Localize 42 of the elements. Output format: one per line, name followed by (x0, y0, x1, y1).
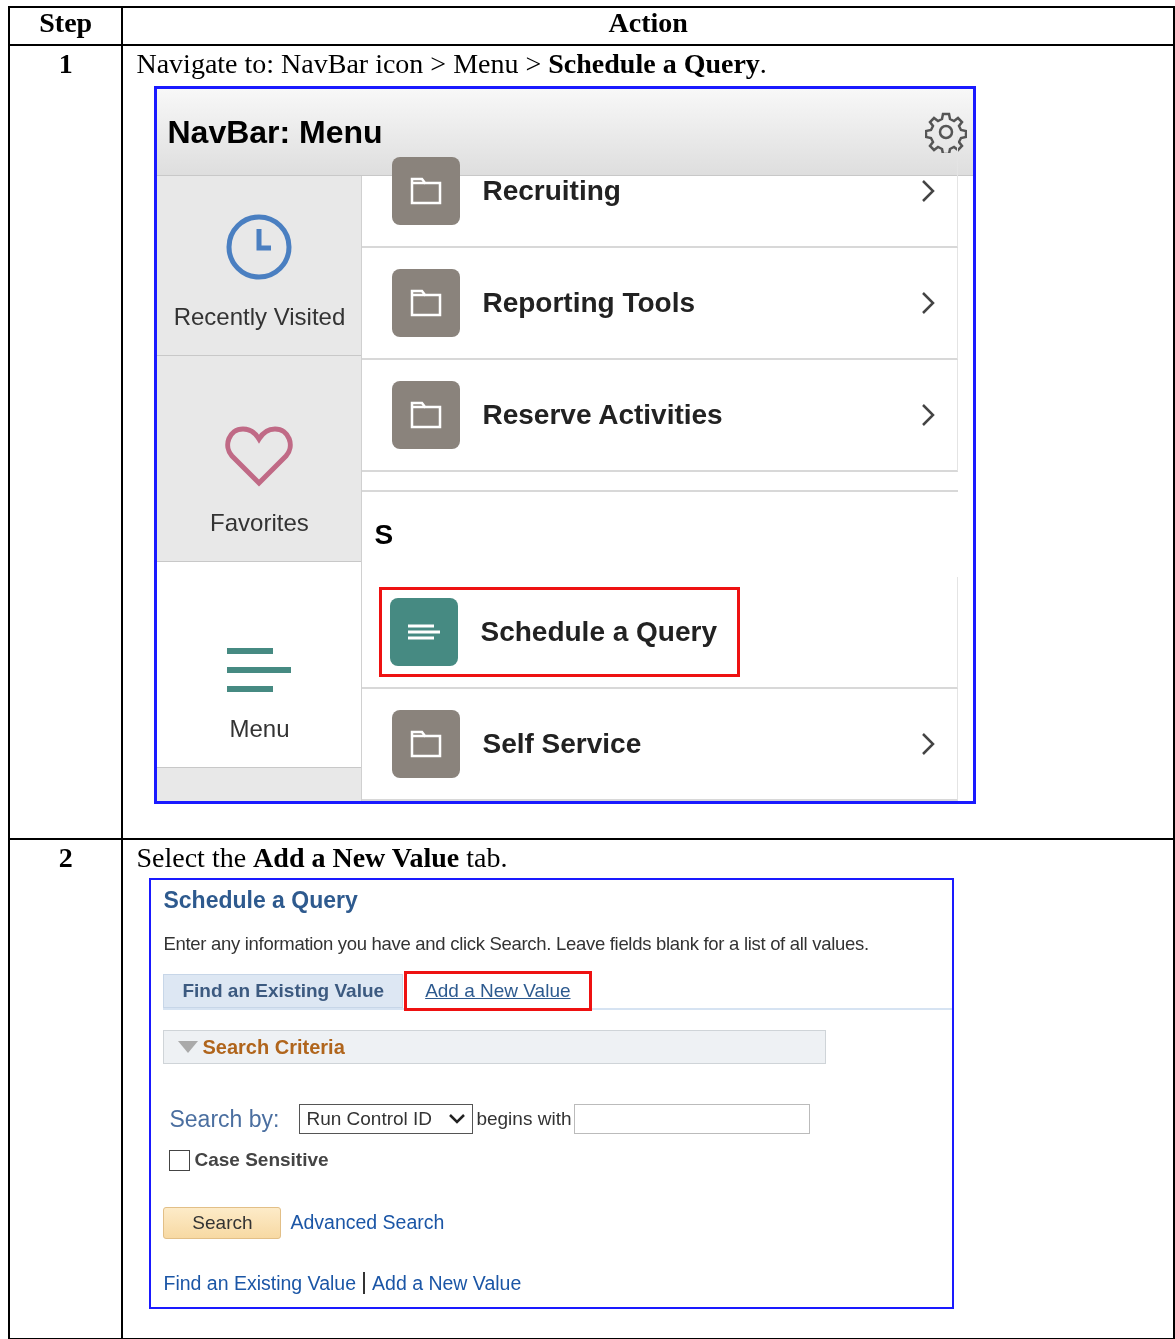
chevron-right-icon (921, 179, 936, 203)
step-number: 2 (57, 841, 74, 875)
dropdown[interactable]: Run Control ID (299, 1104, 474, 1134)
column-header: Step (9, 7, 123, 45)
instruction-text: Enter any information you have and click Search. Leave fields blank for a list of all values. (163, 932, 870, 956)
heart-icon (225, 425, 294, 487)
menu-item[interactable]: Recruiting (392, 157, 621, 225)
settings-icon[interactable] (925, 111, 968, 153)
advanced-search-link[interactable]: Advanced Search (290, 1208, 445, 1238)
document-lines-icon (390, 598, 459, 666)
menu-icon (225, 647, 294, 693)
folder-icon (392, 381, 461, 449)
menu-item[interactable]: Reserve Activities (392, 381, 723, 449)
checkbox[interactable] (169, 1150, 191, 1171)
menu-item[interactable]: Schedule a Query (382, 590, 737, 674)
menu-item[interactable]: Self Service (392, 710, 642, 778)
sidebar-tab[interactable]: Menu (157, 562, 362, 768)
clock-icon (225, 213, 294, 281)
expanded-triangle-icon (178, 1040, 199, 1053)
tab[interactable]: Find an Existing Value (163, 973, 404, 1008)
chevron-down-icon (448, 1113, 467, 1125)
instruction-text: Navigate to: NavBar icon > Menu > Schedule a Query. (136, 47, 768, 81)
folder-icon (392, 710, 461, 778)
search-button[interactable]: Search (163, 1206, 282, 1239)
page-title: Schedule a Query (163, 886, 359, 914)
search-by-label: Search by: (169, 1104, 280, 1134)
chevron-right-icon (921, 403, 936, 427)
chevron-right-icon (921, 291, 936, 315)
footer-link[interactable]: Add a New Value (372, 1268, 522, 1298)
instruction-text: Select the Add a New Value tab. (136, 841, 509, 875)
operator-label: begins with (476, 1106, 572, 1131)
checkbox-label: Case Sensitive (194, 1148, 329, 1173)
footer-link[interactable]: Find an Existing Value (163, 1268, 357, 1298)
text-input-field[interactable] (574, 1104, 811, 1134)
folder-icon (392, 269, 461, 337)
chevron-right-icon (921, 732, 936, 756)
section-letter: S (374, 517, 394, 552)
menu-item[interactable]: Reporting Tools (392, 269, 696, 337)
navbar-title: NavBar: Menu (167, 113, 383, 152)
column-header: Action (122, 7, 1174, 45)
step-number: 1 (57, 47, 74, 81)
section-header[interactable]: Search Criteria (163, 1029, 827, 1064)
